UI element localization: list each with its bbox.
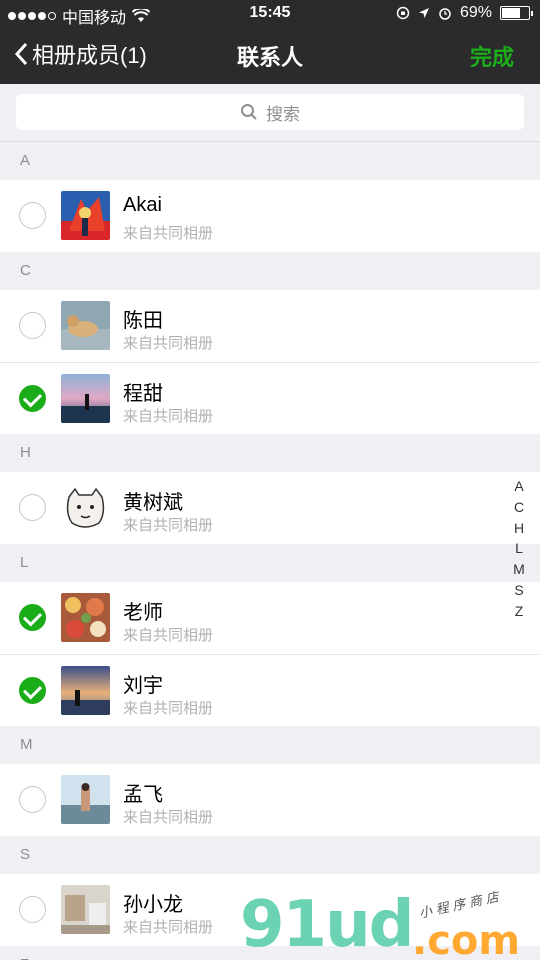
index-letter[interactable]: C bbox=[512, 497, 526, 518]
select-checkbox[interactable] bbox=[19, 677, 46, 704]
watermark-domain: .com bbox=[412, 918, 521, 960]
battery-icon bbox=[500, 6, 533, 20]
contact-name: 老师 bbox=[123, 602, 163, 624]
avatar bbox=[61, 775, 110, 824]
alarm-icon bbox=[439, 8, 451, 20]
section-header-c: C bbox=[0, 252, 540, 290]
battery-percent: 69% bbox=[459, 4, 492, 21]
contact-subtitle: 来自共同相册 bbox=[123, 700, 214, 717]
watermark-tagline: 小程序商店 bbox=[417, 888, 504, 921]
contact-row[interactable]: 陈田 来自共同相册 bbox=[0, 290, 540, 362]
avatar bbox=[61, 374, 110, 423]
contact-row[interactable]: 程甜 来自共同相册 bbox=[0, 362, 540, 434]
contact-subtitle: 来自共同相册 bbox=[123, 335, 214, 352]
contact-name: 孙小龙 bbox=[123, 894, 183, 916]
page-title: 联系人 bbox=[236, 45, 303, 70]
contact-name: 黄树斌 bbox=[123, 492, 183, 514]
search-bar: 搜索 bbox=[0, 84, 540, 142]
done-button[interactable]: 完成 bbox=[470, 40, 514, 72]
alphabet-index[interactable]: A C H L M S Z bbox=[512, 476, 526, 622]
section-header-a: A bbox=[0, 142, 540, 180]
watermark: 91ud 小程序商店 .com bbox=[240, 888, 540, 960]
section-header-m: M bbox=[0, 726, 540, 764]
search-input[interactable]: 搜索 bbox=[16, 94, 524, 130]
select-checkbox[interactable] bbox=[19, 604, 46, 631]
rotation-lock-icon bbox=[396, 6, 410, 20]
contact-name: Akai bbox=[123, 194, 162, 216]
index-letter[interactable]: Z bbox=[512, 601, 526, 622]
section-header-l: L bbox=[0, 544, 540, 582]
contact-name: 孟飞 bbox=[123, 784, 163, 806]
contact-subtitle: 来自共同相册 bbox=[123, 627, 214, 644]
select-checkbox[interactable] bbox=[19, 786, 46, 813]
watermark-brand: 91ud bbox=[240, 888, 414, 960]
section-header-h: H bbox=[0, 434, 540, 472]
avatar bbox=[61, 666, 110, 715]
contact-subtitle: 来自共同相册 bbox=[123, 919, 214, 936]
index-letter[interactable]: H bbox=[512, 518, 526, 539]
index-letter[interactable]: L bbox=[512, 538, 526, 559]
avatar bbox=[61, 593, 110, 642]
select-checkbox[interactable] bbox=[19, 494, 46, 521]
select-checkbox[interactable] bbox=[19, 312, 46, 339]
select-checkbox[interactable] bbox=[19, 896, 46, 923]
contact-row[interactable]: Akai 来自共同相册 bbox=[0, 180, 540, 252]
contact-subtitle: 来自共同相册 bbox=[123, 408, 214, 425]
location-icon bbox=[418, 8, 429, 18]
contact-row[interactable]: 黄树斌 来自共同相册 bbox=[0, 472, 540, 544]
contact-row[interactable]: 刘宇 来自共同相册 bbox=[0, 654, 540, 726]
index-letter[interactable]: S bbox=[512, 580, 526, 601]
contact-subtitle: 来自共同相册 bbox=[123, 517, 214, 534]
select-checkbox[interactable] bbox=[19, 202, 46, 229]
contact-subtitle: 来自共同相册 bbox=[123, 225, 214, 242]
index-letter[interactable]: A bbox=[512, 476, 526, 497]
contact-list: A Akai 来自共同相册 C 陈田 来自共同相册 程甜 来自共同相册 H 黄树… bbox=[0, 142, 540, 960]
contact-row[interactable]: 老师 来自共同相册 bbox=[0, 582, 540, 654]
status-bar: 中国移动 15:45 69% bbox=[0, 0, 540, 28]
section-header-s: S bbox=[0, 836, 540, 874]
search-icon bbox=[241, 104, 257, 120]
avatar bbox=[61, 301, 110, 350]
contact-subtitle: 来自共同相册 bbox=[123, 809, 214, 826]
index-letter[interactable]: M bbox=[512, 559, 526, 580]
nav-bar: 相册成员(1) 联系人 完成 bbox=[0, 28, 540, 84]
avatar bbox=[61, 885, 110, 934]
contact-name: 程甜 bbox=[123, 383, 163, 405]
status-right: 69% bbox=[396, 4, 533, 22]
select-checkbox[interactable] bbox=[19, 385, 46, 412]
contact-row[interactable]: 孟飞 来自共同相册 bbox=[0, 764, 540, 836]
contact-name: 陈田 bbox=[123, 310, 163, 332]
search-placeholder: 搜索 bbox=[266, 104, 300, 124]
contact-name: 刘宇 bbox=[123, 675, 163, 697]
avatar bbox=[61, 191, 110, 240]
avatar bbox=[61, 483, 110, 532]
